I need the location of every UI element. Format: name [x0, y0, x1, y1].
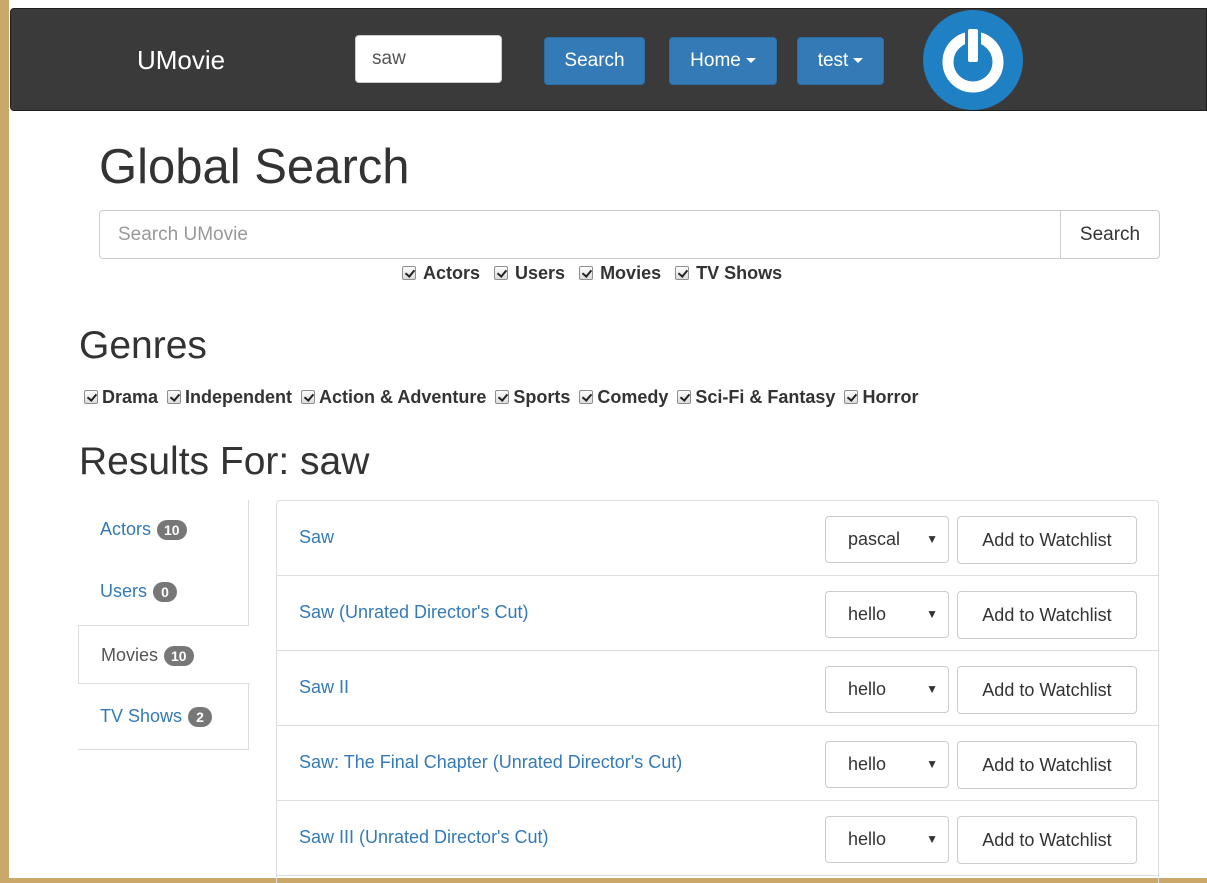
movie-title-link[interactable]: Saw III (Unrated Director's Cut): [299, 827, 549, 848]
results-list: Saw pascal ▼ Add to Watchlist Saw (Unrate…: [276, 500, 1159, 883]
home-menu-label: Home: [690, 50, 741, 71]
count-badge: 10: [164, 646, 194, 667]
movie-title-link[interactable]: Saw: The Final Chapter (Unrated Director…: [299, 752, 682, 773]
watchlist-select[interactable]: hello ▼: [825, 816, 949, 863]
count-badge: 2: [188, 707, 213, 728]
tabs-divider: [78, 749, 249, 750]
checkbox-checked-icon[interactable]: [494, 266, 509, 280]
list-item: Saw pascal ▼ Add to Watchlist: [277, 501, 1158, 576]
global-search-button[interactable]: Search: [1060, 210, 1160, 259]
count-badge: 10: [157, 520, 187, 541]
navbar: UMovie Search Home test: [10, 8, 1207, 111]
list-item: Saw (Unrated Director's Cut) hello ▼ Add …: [277, 576, 1158, 651]
dropdown-arrow-icon: ▼: [926, 607, 938, 621]
scope-filter-movies[interactable]: Movies: [579, 263, 661, 284]
movie-title-link[interactable]: Saw II: [299, 677, 349, 698]
checkbox-checked-icon[interactable]: [301, 390, 316, 404]
results-heading: Results For: saw: [79, 440, 370, 483]
list-item: Saw III (Unrated Director's Cut) hello ▼ …: [277, 801, 1158, 876]
navbar-search-button[interactable]: Search: [544, 37, 645, 85]
navbar-search-input[interactable]: [355, 35, 502, 83]
count-badge: 0: [153, 582, 178, 603]
scope-filter-users[interactable]: Users: [494, 263, 565, 284]
user-menu-label: test: [817, 50, 849, 71]
power-icon[interactable]: [923, 10, 1023, 110]
genre-filter-comedy[interactable]: Comedy: [579, 387, 668, 408]
caret-down-icon: [745, 58, 756, 64]
genre-filter-sci-fi-fantasy[interactable]: Sci-Fi & Fantasy: [677, 387, 835, 408]
scope-filter-actors[interactable]: Actors: [402, 263, 480, 284]
checkbox-checked-icon[interactable]: [844, 390, 859, 404]
add-to-watchlist-button[interactable]: Add to Watchlist: [957, 741, 1137, 789]
checkbox-checked-icon[interactable]: [495, 390, 510, 404]
results-tabs: Actors 10 Users 0 Movies 10 TV Shows 2: [78, 500, 250, 750]
genres-heading: Genres: [79, 324, 207, 367]
genre-filter-drama[interactable]: Drama: [84, 387, 158, 408]
checkbox-checked-icon[interactable]: [167, 390, 182, 404]
list-item: Saw: The Final Chapter (Unrated Director…: [277, 726, 1158, 801]
page-title: Global Search: [99, 140, 410, 194]
watchlist-select[interactable]: hello ▼: [825, 591, 949, 638]
dropdown-arrow-icon: ▼: [926, 832, 938, 846]
home-menu-button[interactable]: Home: [669, 37, 777, 85]
list-item: Saw II hello ▼ Add to Watchlist: [277, 651, 1158, 726]
checkbox-checked-icon[interactable]: [402, 266, 416, 280]
checkbox-checked-icon[interactable]: [675, 266, 690, 280]
add-to-watchlist-button[interactable]: Add to Watchlist: [957, 666, 1137, 714]
tab-actors[interactable]: Actors 10: [78, 500, 249, 558]
watchlist-select[interactable]: pascal ▼: [825, 516, 949, 563]
brand-link[interactable]: UMovie: [137, 45, 225, 76]
watchlist-select[interactable]: hello ▼: [825, 741, 949, 788]
tab-tv-shows[interactable]: TV Shows 2: [78, 687, 249, 745]
genre-filter-action-adventure[interactable]: Action & Adventure: [301, 387, 486, 408]
window-frame-left: [0, 0, 9, 883]
genre-filter-sports[interactable]: Sports: [495, 387, 570, 408]
scope-filter-tv-shows[interactable]: TV Shows: [675, 263, 782, 284]
checkbox-checked-icon[interactable]: [579, 390, 594, 404]
genre-filters: Drama Independent Action & Adventure Spo…: [84, 386, 927, 408]
movie-title-link[interactable]: Saw (Unrated Director's Cut): [299, 602, 529, 623]
user-menu-button[interactable]: test: [797, 37, 884, 85]
tab-users[interactable]: Users 0: [78, 562, 249, 620]
checkbox-checked-icon[interactable]: [84, 390, 98, 404]
genre-filter-horror[interactable]: Horror: [844, 387, 918, 408]
checkbox-checked-icon[interactable]: [677, 390, 692, 404]
caret-down-icon: [853, 58, 864, 64]
global-search-group: Search: [99, 210, 1160, 259]
dropdown-arrow-icon: ▼: [926, 757, 938, 771]
checkbox-checked-icon[interactable]: [579, 266, 594, 280]
scope-filters: Actors Users Movies TV Shows: [402, 262, 796, 284]
movie-title-link[interactable]: Saw: [299, 527, 334, 548]
genre-filter-independent[interactable]: Independent: [167, 387, 292, 408]
dropdown-arrow-icon: ▼: [926, 532, 938, 546]
add-to-watchlist-button[interactable]: Add to Watchlist: [957, 516, 1137, 564]
global-search-input[interactable]: [99, 210, 1061, 259]
dropdown-arrow-icon: ▼: [926, 682, 938, 696]
add-to-watchlist-button[interactable]: Add to Watchlist: [957, 816, 1137, 864]
tab-movies[interactable]: Movies 10: [78, 625, 250, 684]
add-to-watchlist-button[interactable]: Add to Watchlist: [957, 591, 1137, 639]
watchlist-select[interactable]: hello ▼: [825, 666, 949, 713]
